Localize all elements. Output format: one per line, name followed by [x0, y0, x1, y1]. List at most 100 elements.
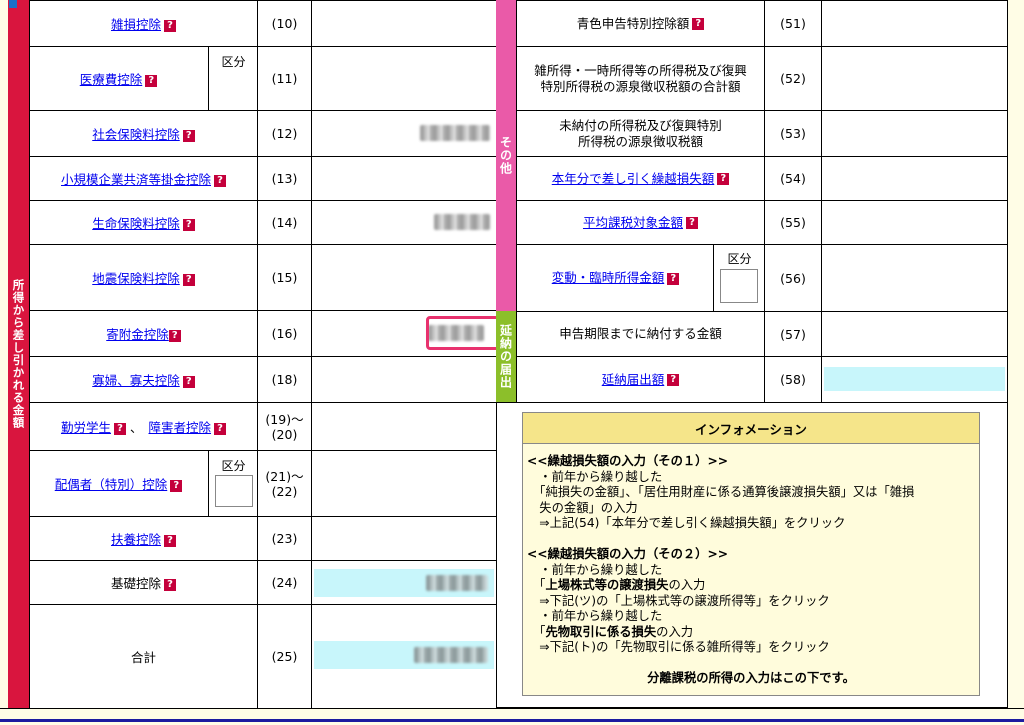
kubun-label: 区分	[221, 55, 246, 69]
help-question-icon[interactable]: ?	[113, 422, 126, 435]
help-question-icon[interactable]: ?	[214, 174, 226, 187]
help-question-icon[interactable]: ?	[692, 18, 705, 30]
help-question-icon[interactable]: ?	[667, 374, 680, 386]
row-value-goukei[interactable]	[311, 604, 497, 709]
link-haiguusha[interactable]: 配偶者（特別）控除	[55, 477, 168, 492]
link-iryouhi[interactable]: 医療費控除	[80, 72, 143, 87]
row-label-cell-jishin-hoken: 地震保険料控除?	[29, 244, 258, 311]
row-value-noufu-kingaku[interactable]	[821, 311, 1008, 357]
row-value-fuyou[interactable]	[311, 516, 497, 561]
row-label-cell-goukei: 合計	[29, 604, 258, 709]
left-category-band: 所得から差し引かれる金額	[8, 0, 29, 708]
row-value-hendou-rinji[interactable]	[821, 244, 1008, 312]
row-number-iryouhi: (11)	[257, 46, 312, 111]
info-box: インフォメーション <<繰越損失額の入力（その１）>> ・前年から繰り越した 「…	[522, 412, 980, 696]
computed-field	[314, 641, 494, 669]
help-question-icon[interactable]: ?	[686, 217, 698, 229]
link-kurikoshi-sonshitsu[interactable]: 本年分で差し引く繰越損失額	[552, 171, 715, 186]
info-line	[527, 532, 975, 548]
help-question-icon[interactable]: ?	[168, 329, 181, 342]
row-label-cell-heikin-kazei: 平均課税対象金額?	[516, 200, 765, 245]
row-number-ennou-todoke: (58)	[764, 356, 822, 403]
ennou-input-field[interactable]	[824, 367, 1005, 391]
help-question-icon[interactable]: ?	[717, 173, 730, 185]
info-line: ⇒上記(54)「本年分で差し引く繰越損失額」をクリック	[527, 516, 846, 530]
row-value-shakai-hoken[interactable]	[311, 110, 497, 157]
row-value-iryouhi[interactable]	[311, 46, 497, 111]
row-value-kifukin[interactable]	[311, 310, 500, 357]
row-value-kurikoshi-sonshitsu[interactable]	[821, 156, 1008, 201]
help-question-icon[interactable]: ?	[214, 422, 227, 435]
kubun-cell: 区分	[208, 46, 259, 111]
row-value-kafu[interactable]	[311, 356, 497, 403]
info-line: 失の金額」の入力	[527, 500, 638, 515]
label-kiso-koujo: 基礎控除	[110, 576, 161, 591]
label-minoufu: 未納付の所得税及び復興特別 所得税の源泉徴収税額	[559, 117, 722, 149]
ennou-band: 延納の届出	[496, 311, 516, 402]
link-fuyou[interactable]: 扶養控除	[111, 532, 161, 547]
row-value-seimei-hoken[interactable]	[311, 200, 497, 245]
help-question-icon[interactable]: ?	[164, 578, 176, 591]
info-line: <<繰越損失額の入力（その２）>>	[527, 547, 729, 561]
link-jishin-hoken[interactable]: 地震保険料控除	[92, 271, 180, 286]
row-value-ennou-todoke[interactable]	[821, 356, 1008, 403]
bottom-divider	[0, 708, 1024, 725]
link-kinrou-gakusei[interactable]: 勤労学生	[61, 420, 111, 435]
sonota-label: その他	[498, 136, 513, 175]
link-zasson[interactable]: 雑損控除	[111, 17, 161, 32]
row-label-cell-haiguusha: 配偶者（特別）控除? 区分	[29, 450, 259, 517]
info-line: ⇒下記(ツ)の「上場株式等の譲渡所得等」をクリック	[527, 593, 830, 608]
row-value-minoufu[interactable]	[821, 110, 1008, 157]
row-number-goukei: (25)	[257, 604, 312, 709]
row-label-cell-ennou-todoke: 延納届出額?	[516, 356, 765, 403]
row-number-noufu-kingaku: (57)	[764, 311, 822, 357]
row-label-cell-kiso: 基礎控除?	[29, 560, 258, 605]
row-number-aoiro: (51)	[764, 0, 822, 47]
help-question-icon[interactable]: ?	[164, 19, 176, 32]
help-question-icon[interactable]: ?	[182, 273, 195, 286]
separator: 、	[129, 420, 143, 435]
help-question-icon[interactable]: ?	[164, 534, 176, 547]
help-question-icon[interactable]: ?	[182, 375, 195, 388]
link-shougaisha-koujo[interactable]: 障害者控除	[149, 420, 212, 435]
help-question-icon[interactable]: ?	[145, 74, 158, 87]
row-value-kiso[interactable]	[311, 560, 497, 605]
redacted-value	[426, 575, 488, 591]
row-number-kinrou-shougai: (19)〜 (20)	[257, 402, 312, 451]
kubun-label: 区分	[221, 459, 246, 473]
info-line: 「先物取引に係る損失の入力	[527, 624, 694, 639]
kubun-input[interactable]	[720, 269, 758, 303]
row-number-kafu: (18)	[257, 356, 312, 403]
help-question-icon[interactable]: ?	[182, 129, 195, 142]
link-kafu[interactable]: 寡婦、寡夫控除	[92, 373, 180, 388]
link-kifukin[interactable]: 寄附金控除	[106, 327, 169, 342]
row-value-zasson[interactable]	[311, 0, 497, 47]
row-number-minoufu: (53)	[764, 110, 822, 157]
link-hendou-rinji[interactable]: 変動・臨時所得金額	[552, 270, 665, 285]
row-value-kinrou-shougai[interactable]	[311, 402, 497, 451]
label-goukei: 合計	[130, 650, 156, 665]
row-number-heikin-kazei: (55)	[764, 200, 822, 245]
link-shakai-hoken[interactable]: 社会保険料控除	[92, 127, 180, 142]
row-value-aoiro[interactable]	[821, 0, 1008, 47]
link-seimei-hoken[interactable]: 生命保険料控除	[92, 216, 180, 231]
row-value-jishin-hoken[interactable]	[311, 244, 497, 311]
row-value-heikin-kazei[interactable]	[821, 200, 1008, 245]
row-value-shoukibo-kyousai[interactable]	[311, 156, 497, 201]
computed-field	[314, 569, 494, 597]
link-ennou-todoke[interactable]: 延納届出額	[602, 372, 665, 387]
help-question-icon[interactable]: ?	[170, 479, 183, 492]
help-question-icon[interactable]: ?	[667, 272, 680, 285]
row-value-haiguusha[interactable]	[311, 450, 497, 517]
row-value-gensen-goukei[interactable]	[821, 46, 1008, 111]
row-label-cell-kurikoshi-sonshitsu: 本年分で差し引く繰越損失額?	[516, 156, 765, 201]
kubun-input[interactable]	[215, 475, 253, 507]
info-line: ・前年から繰り越した	[527, 609, 663, 623]
link-heikin-kazei[interactable]: 平均課税対象金額	[583, 215, 683, 230]
row-number-hendou-rinji: (56)	[764, 244, 822, 312]
info-line: 「純損失の金額」、「居住用財産に係る通算後譲渡損失額」又は「雑損	[527, 485, 915, 499]
row-number-shakai-hoken: (12)	[257, 110, 312, 157]
row-number-kifukin: (16)	[257, 310, 312, 357]
link-shoukibo-kyousai[interactable]: 小規模企業共済等掛金控除	[61, 172, 211, 187]
help-question-icon[interactable]: ?	[182, 218, 195, 231]
